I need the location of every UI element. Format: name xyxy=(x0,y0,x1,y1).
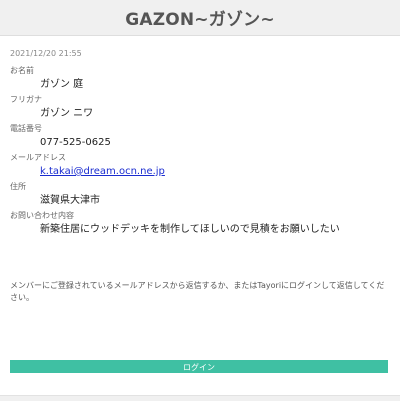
header-bar: GAZON~ガゾン~ xyxy=(0,0,400,36)
message-body: 2021/12/20 21:55 お名前 ガゾン 庭 フリガナ ガゾン ニワ 電… xyxy=(10,47,390,237)
name-label: お名前 xyxy=(10,66,34,75)
timestamp: 2021/12/20 21:55 xyxy=(10,49,82,58)
login-button[interactable]: ログイン xyxy=(10,360,388,373)
address-label: 住所 xyxy=(10,182,26,191)
email-link[interactable]: k.takai@dream.ocn.ne.jp xyxy=(40,166,165,177)
email-value: k.takai@dream.ocn.ne.jp xyxy=(10,164,390,179)
address-value: 滋賀県大津市 xyxy=(40,195,100,206)
name-value: ガゾン 庭 xyxy=(40,79,84,90)
footer-divider xyxy=(0,395,400,401)
email-label: メールアドレス xyxy=(10,153,66,162)
furigana-value: ガゾン ニワ xyxy=(40,108,94,119)
furigana-label: フリガナ xyxy=(10,95,42,104)
header-title: GAZON~ガゾン~ xyxy=(125,10,275,30)
phone-value: 077-525-0625 xyxy=(40,137,111,148)
phone-label: 電話番号 xyxy=(10,124,42,133)
inquiry-value: 新築住居にウッドデッキを制作してほしいので見積をお願いしたい xyxy=(40,224,340,235)
inquiry-label: お問い合わせ内容 xyxy=(10,211,74,220)
reply-instructions: メンバーにご登録されているメールアドレスから返信するか、またはTayoriにログ… xyxy=(10,281,385,302)
